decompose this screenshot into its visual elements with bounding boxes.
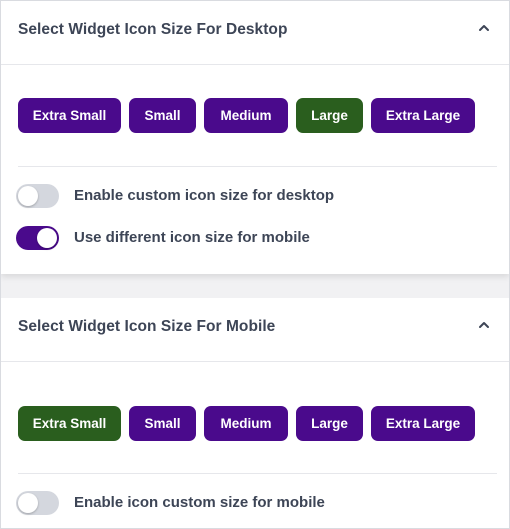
mobile-size-medium-button[interactable]: Medium [204,406,288,441]
mobile-size-extra-large-button[interactable]: Extra Large [371,406,475,441]
mobile-divider [18,473,497,474]
mobile-custom-size-toggle-row: Enable icon custom size for mobile [16,491,496,517]
different-mobile-size-label: Use different icon size for mobile [74,229,310,246]
mobile-size-large-button[interactable]: Large [296,406,363,441]
desktop-size-options: Extra Small Small Medium Large Extra Lar… [18,98,498,134]
mobile-size-small-button[interactable]: Small [129,406,196,441]
different-mobile-size-toggle[interactable] [16,226,59,250]
desktop-custom-size-toggle[interactable] [16,184,59,208]
mobile-panel-header[interactable]: Select Widget Icon Size For Mobile [1,298,509,362]
desktop-panel-title: Select Widget Icon Size For Desktop [18,21,288,38]
toggle-knob [37,228,57,248]
mobile-panel-title: Select Widget Icon Size For Mobile [18,318,276,335]
desktop-panel-header[interactable]: Select Widget Icon Size For Desktop [1,1,509,65]
chevron-up-icon[interactable] [477,318,491,332]
desktop-size-extra-small-button[interactable]: Extra Small [18,98,121,133]
mobile-size-extra-small-button[interactable]: Extra Small [18,406,121,441]
desktop-divider [18,166,497,167]
mobile-size-options: Extra Small Small Medium Large Extra Lar… [18,406,498,442]
toggle-knob [18,493,38,513]
desktop-custom-size-label: Enable custom icon size for desktop [74,187,335,204]
desktop-size-extra-large-button[interactable]: Extra Large [371,98,475,133]
mobile-custom-size-label: Enable icon custom size for mobile [74,494,325,511]
desktop-size-large-button[interactable]: Large [296,98,363,133]
desktop-size-medium-button[interactable]: Medium [204,98,288,133]
desktop-size-small-button[interactable]: Small [129,98,196,133]
mobile-icon-size-panel: Select Widget Icon Size For Mobile Extra… [1,298,509,528]
mobile-custom-size-toggle[interactable] [16,491,59,515]
different-mobile-size-toggle-row: Use different icon size for mobile [16,226,496,252]
chevron-up-icon[interactable] [477,21,491,35]
desktop-icon-size-panel: Select Widget Icon Size For Desktop Extr… [1,1,509,274]
toggle-knob [18,186,38,206]
desktop-custom-size-toggle-row: Enable custom icon size for desktop [16,184,496,210]
